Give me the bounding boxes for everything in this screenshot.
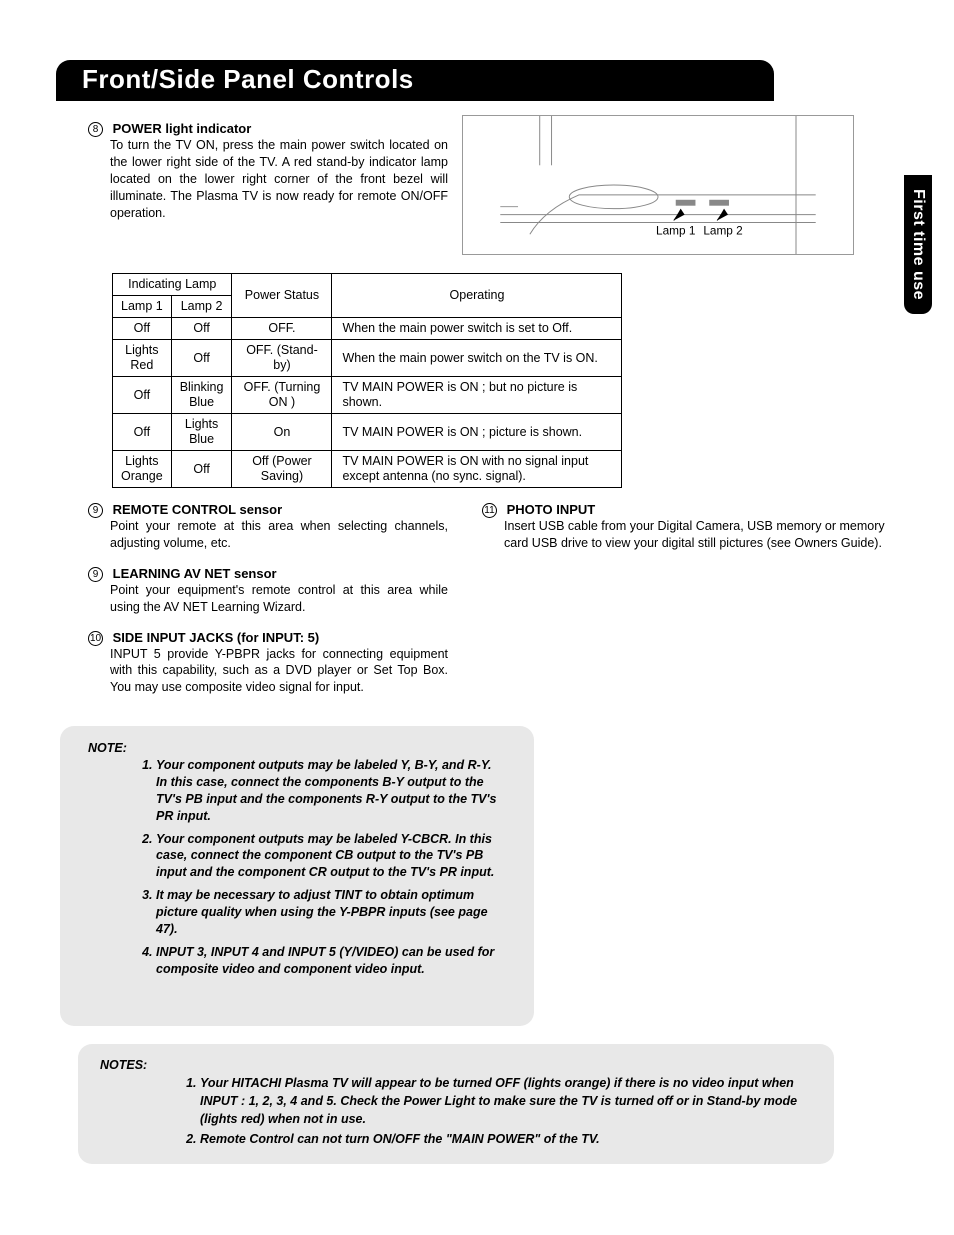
section-heading: SIDE INPUT JACKS (for INPUT: 5) [113,630,320,645]
notes-label: NOTES: [100,1058,147,1072]
section-power-light: 8 POWER light indicator To turn the TV O… [88,121,448,221]
note-box-2: NOTES: Your HITACHI Plasma TV will appea… [78,1044,834,1165]
section-heading: PHOTO INPUT [507,502,596,517]
section-body: INPUT 5 provide Y-PBPR jacks for connect… [110,646,448,697]
th-lamp2: Lamp 2 [171,296,232,318]
panel-diagram: Lamp 1 Lamp 2 [462,115,854,255]
th-indicating: Indicating Lamp [113,274,232,296]
page-title: Front/Side Panel Controls [56,60,774,101]
note-item: It may be necessary to adjust TINT to ob… [156,887,506,938]
section-body: To turn the TV ON, press the main power … [110,137,448,221]
table-row: Off Off OFF. When the main power switch … [113,318,622,340]
lamp1-label: Lamp 1 [656,223,695,237]
section-side-input: 10 SIDE INPUT JACKS (for INPUT: 5) INPUT… [88,630,448,697]
note-item: Remote Control can not turn ON/OFF the "… [200,1130,812,1148]
note-item: Your HITACHI Plasma TV will appear to be… [200,1074,812,1128]
lamp-status-table: Indicating Lamp Power Status Operating L… [112,273,622,488]
section-heading: LEARNING AV NET sensor [113,566,277,581]
section-photo-input: 11 PHOTO INPUT Insert USB cable from you… [482,502,894,552]
table-row: Off Lights Blue On TV MAIN POWER is ON ;… [113,414,622,451]
table-row: Lights Red Off OFF. (Stand-by) When the … [113,340,622,377]
note-item: Your component outputs may be labeled Y-… [156,831,506,882]
th-power: Power Status [232,274,332,318]
note-item: Your component outputs may be labeled Y,… [156,757,506,825]
bullet-10-icon: 10 [88,631,103,646]
section-body: Insert USB cable from your Digital Camer… [504,518,894,552]
section-body: Point your remote at this area when sele… [110,518,448,552]
bullet-11-icon: 11 [482,503,497,518]
bullet-9b-icon: 9 [88,567,103,582]
section-body: Point your equipment's remote control at… [110,582,448,616]
section-learning-sensor: 9 LEARNING AV NET sensor Point your equi… [88,566,448,616]
bullet-9-icon: 9 [88,503,103,518]
table-row: Lights Orange Off Off (Power Saving) TV … [113,451,622,488]
lamp2-label: Lamp 2 [703,223,742,237]
note-item: INPUT 3, INPUT 4 and INPUT 5 (Y/VIDEO) c… [156,944,506,978]
section-heading: POWER light indicator [113,121,252,136]
section-heading: REMOTE CONTROL sensor [113,502,283,517]
th-lamp1: Lamp 1 [113,296,172,318]
bullet-8-icon: 8 [88,122,103,137]
note-label: NOTE: [88,741,127,755]
table-header-row: Indicating Lamp Power Status Operating [113,274,622,296]
th-operating: Operating [332,274,622,318]
table-row: Off Blinking Blue OFF. (Turning ON ) TV … [113,377,622,414]
side-tab: First time use [904,175,932,314]
section-remote-sensor: 9 REMOTE CONTROL sensor Point your remot… [88,502,448,552]
note-box-1: NOTE: Your component outputs may be labe… [60,726,534,1025]
